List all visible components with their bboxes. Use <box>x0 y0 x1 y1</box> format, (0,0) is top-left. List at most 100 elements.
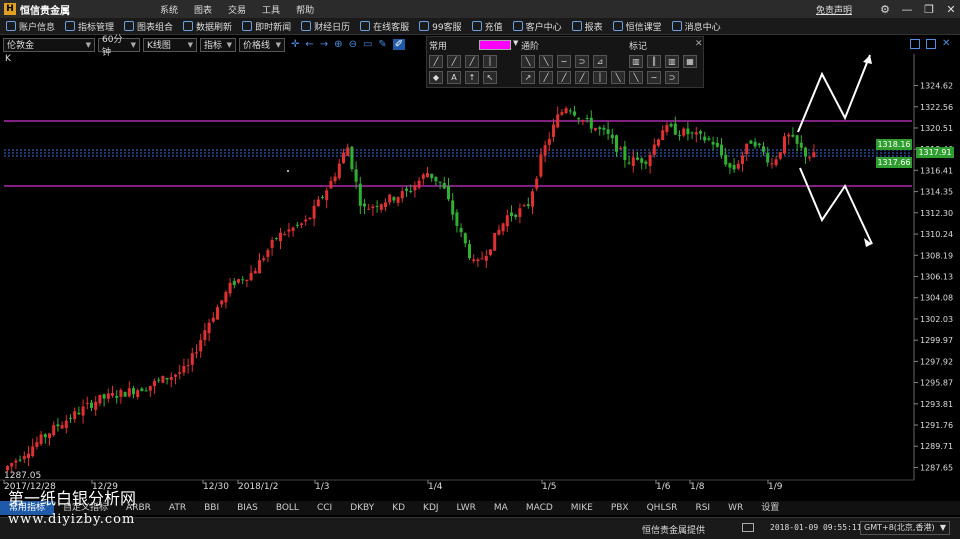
indicator-tab[interactable]: LWR <box>448 501 485 515</box>
candle-body <box>73 411 77 420</box>
candle-body <box>48 433 51 439</box>
indicator-tab[interactable]: PBX <box>602 501 638 515</box>
candle-body <box>631 157 635 166</box>
date-label: 2018/1/2 <box>238 482 279 492</box>
indicator-tab[interactable]: CCI <box>308 501 341 515</box>
candle-body <box>669 123 673 127</box>
candle-body <box>594 128 597 131</box>
candle-body <box>405 188 408 191</box>
candle-body <box>694 132 698 135</box>
indicator-tab[interactable]: ATR <box>160 501 195 515</box>
candle-body <box>728 163 732 168</box>
candle-body <box>543 145 547 156</box>
candle-body <box>379 204 383 210</box>
candle-body <box>678 135 681 137</box>
indicator-tab[interactable]: 设置 <box>752 501 788 515</box>
price-axis-label: 1291.76 <box>920 421 953 430</box>
candle-body <box>539 154 543 177</box>
indicator-tab[interactable]: MIKE <box>562 501 602 515</box>
indicator-tab[interactable]: QHLSR <box>638 501 687 515</box>
indicator-tab[interactable]: MA <box>485 501 517 515</box>
candle-body <box>577 118 581 120</box>
candle-body <box>757 143 761 146</box>
indicator-tab[interactable]: BBI <box>195 501 228 515</box>
candle-body <box>337 163 341 179</box>
candle-body <box>262 258 266 260</box>
candle-body <box>85 402 89 404</box>
price-axis-label: 1302.03 <box>920 315 953 324</box>
candle-body <box>203 330 207 341</box>
candle-body <box>111 393 114 396</box>
date-label: 1/3 <box>315 482 330 492</box>
monitor-icon[interactable] <box>742 523 754 532</box>
price-axis-label: 1297.92 <box>920 357 953 366</box>
candle-body <box>237 279 240 283</box>
candle-body <box>400 191 404 199</box>
indicator-tab[interactable]: KD <box>383 501 414 515</box>
candle-body <box>253 270 257 274</box>
candle-body <box>363 203 366 207</box>
candle-body <box>741 155 744 164</box>
candle-body <box>644 161 648 164</box>
candle-body <box>119 390 123 397</box>
date-label: 1/8 <box>690 482 705 492</box>
candlestick-chart[interactable]: 1324.621322.561320.511318.461316.411314.… <box>0 0 960 539</box>
price-axis-label: 1312.30 <box>920 209 953 218</box>
indicator-tabs: 常用指标 自定义指标 ARBR ATR BBI BIAS BOLL CCI DKBY KD KDJ L… <box>0 501 960 515</box>
candle-body <box>115 395 119 398</box>
candle-body <box>795 135 799 144</box>
timezone-select[interactable]: GMT+8(北京,香港) ▼ <box>860 521 950 535</box>
candle-body <box>43 434 47 438</box>
candle-body <box>136 390 140 397</box>
indicator-tab[interactable]: MACD <box>517 501 562 515</box>
indicator-tab[interactable]: BIAS <box>228 501 267 515</box>
candle-body <box>346 147 350 156</box>
candle-body <box>518 208 522 217</box>
candle-body <box>333 176 337 182</box>
candle-body <box>258 260 261 274</box>
candle-body <box>447 185 450 200</box>
candle-body <box>703 136 707 141</box>
candle-body <box>686 128 690 135</box>
candle-body <box>753 141 757 147</box>
candle-body <box>396 197 400 203</box>
candle-body <box>274 238 278 240</box>
candle-body <box>615 135 618 152</box>
candle-body <box>291 227 295 231</box>
candle-body <box>367 208 371 210</box>
candle-body <box>699 131 702 134</box>
candle-body <box>123 392 127 397</box>
candle-body <box>350 146 354 170</box>
candle-body <box>430 173 434 179</box>
candle-body <box>174 374 177 377</box>
candle-body <box>6 466 9 471</box>
indicator-tab[interactable]: KDJ <box>414 501 448 515</box>
candle-body <box>325 190 329 201</box>
candle-body <box>762 146 765 152</box>
candle-body <box>90 402 93 408</box>
candle-body <box>199 340 203 352</box>
candle-body <box>417 180 421 188</box>
marker-dot <box>287 170 289 172</box>
candle-body <box>140 388 144 392</box>
candle-body <box>652 144 656 155</box>
candle-body <box>623 146 627 161</box>
candle-body <box>791 134 795 137</box>
indicator-tab[interactable]: DKBY <box>341 501 383 515</box>
candle-body <box>526 204 530 206</box>
candle-body <box>766 153 770 163</box>
price-axis-label: 1322.56 <box>920 103 953 112</box>
price-axis-label: 1299.97 <box>920 336 953 345</box>
candle-body <box>657 139 660 146</box>
indicator-tab[interactable]: BOLL <box>267 501 308 515</box>
candle-body <box>132 388 135 395</box>
candle-body <box>787 134 791 137</box>
indicator-tab[interactable]: RSI <box>686 501 719 515</box>
candle-body <box>106 393 110 399</box>
candle-body <box>64 420 68 428</box>
indicator-tab[interactable]: WR <box>719 501 752 515</box>
price-tag-upper: 1318.16 <box>876 139 912 150</box>
candle-body <box>266 250 270 257</box>
candle-body <box>489 249 492 255</box>
candle-body <box>442 183 446 189</box>
